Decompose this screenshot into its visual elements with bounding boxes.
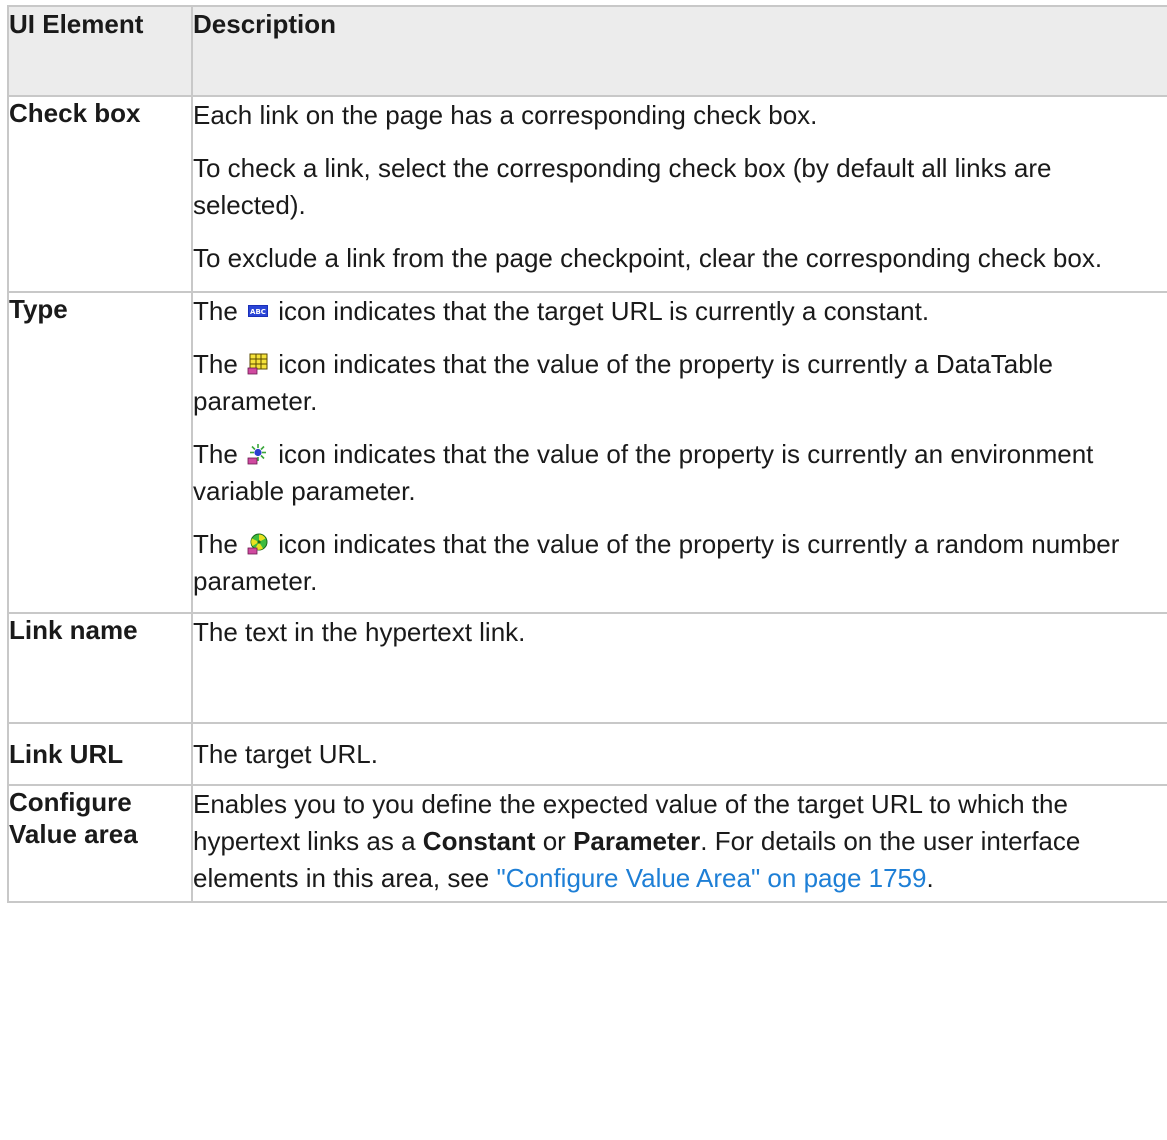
random-number-icon — [247, 533, 269, 555]
paragraph: To check a link, select the correspondin… — [193, 153, 1052, 220]
paragraph-text: The — [193, 296, 238, 326]
paragraph: The icon indicates that the value of the… — [193, 436, 1167, 510]
paragraph-text: or — [542, 826, 566, 856]
element-description: The ABC icon indicates that the target U… — [191, 291, 1167, 614]
element-description: The target URL. — [191, 722, 1167, 786]
paragraph: Enables you to you define the expected v… — [193, 786, 1167, 897]
header-row: UI Element Description — [7, 5, 1167, 97]
paragraph: The target URL. — [193, 739, 378, 769]
paragraph: The icon indicates that the value of the… — [193, 346, 1167, 420]
table-row: Link name The text in the hypertext link… — [7, 612, 1167, 724]
paragraph: To exclude a link from the page checkpoi… — [193, 243, 1103, 273]
paragraph: The icon indicates that the value of the… — [193, 526, 1167, 600]
paragraph-text: icon indicates that the value of the pro… — [193, 439, 1094, 506]
keyword-parameter: Parameter — [573, 826, 701, 856]
paragraph: The ABC icon indicates that the target U… — [193, 293, 1167, 330]
ui-elements-table: UI Element Description Check box Each li… — [7, 5, 1167, 903]
environment-variable-icon — [247, 443, 269, 465]
element-name-link-url: Link URL — [7, 722, 193, 786]
configure-value-area-link[interactable]: "Configure Value Area" on page 1759 — [497, 863, 927, 893]
element-description: Enables you to you define the expected v… — [191, 784, 1167, 903]
element-name-check-box: Check box — [7, 95, 193, 293]
paragraph-text: icon indicates that the target URL is cu… — [278, 296, 930, 326]
paragraph: Each link on the page has a correspondin… — [193, 100, 818, 130]
element-name-configure-value-area: Configure Value area — [7, 784, 193, 903]
paragraph-text: The — [193, 529, 238, 559]
abc-constant-icon: ABC — [247, 300, 269, 322]
table-row: Check box Each link on the page has a co… — [7, 95, 1167, 293]
svg-text:ABC: ABC — [250, 308, 266, 316]
paragraph: The text in the hypertext link. — [193, 617, 526, 647]
element-description: The text in the hypertext link. — [191, 612, 1167, 724]
table-row: Configure Value area Enables you to you … — [7, 784, 1167, 903]
paragraph-text: The — [193, 349, 238, 379]
paragraph-text: icon indicates that the value of the pro… — [193, 349, 1053, 416]
table-row: Type The ABC icon indicates that the tar… — [7, 291, 1167, 614]
paragraph-text: icon indicates that the value of the pro… — [193, 529, 1120, 596]
header-description: Description — [191, 5, 1167, 97]
table-row: Link URL The target URL. — [7, 722, 1167, 786]
datatable-grid-icon — [247, 353, 269, 375]
keyword-constant: Constant — [422, 826, 536, 856]
element-name-link-name: Link name — [7, 612, 193, 724]
paragraph-text: . — [926, 863, 934, 893]
paragraph-text: The — [193, 439, 238, 469]
element-name-type: Type — [7, 291, 193, 614]
header-ui-element: UI Element — [7, 5, 193, 97]
element-description: Each link on the page has a correspondin… — [191, 95, 1167, 293]
